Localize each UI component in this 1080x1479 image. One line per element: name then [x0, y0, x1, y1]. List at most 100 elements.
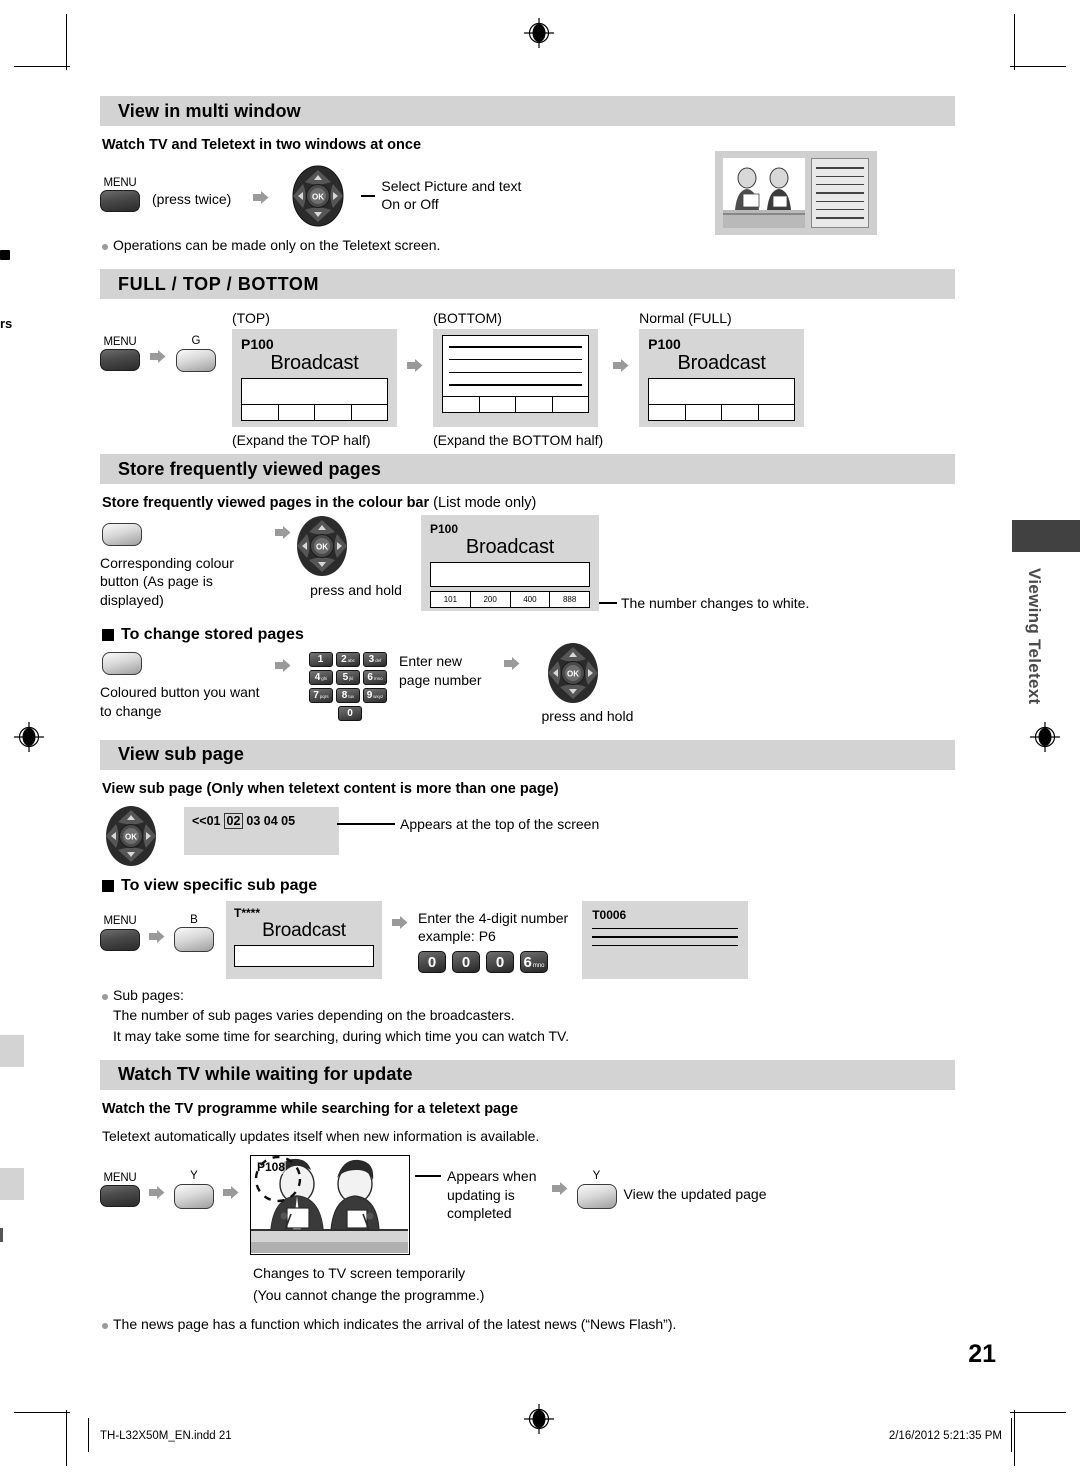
numeric-key[interactable]: 3 def: [363, 652, 387, 668]
update-body-text: Teletext automatically updates itself wh…: [102, 1127, 540, 1144]
digit-key[interactable]: 0: [486, 950, 514, 973]
side-tab: Viewing Teletext: [1012, 520, 1080, 704]
callout-leader-line: [599, 602, 617, 604]
step-arrow-icon: [150, 349, 166, 367]
crop-mark-top-left-v: [66, 14, 67, 70]
dpad-instruction: Select Picture and text On or Off: [381, 177, 521, 214]
screen-top-group: (TOP) P100 Broadcast (Expand the TOP hal…: [232, 310, 397, 448]
screen-colour-bar: [241, 405, 388, 421]
key-sublabel: ghi: [321, 676, 328, 682]
svg-text:OK: OK: [316, 543, 328, 552]
screen-page-number: P100: [648, 336, 681, 352]
stored-pages-callout: The number changes to white.: [621, 595, 810, 611]
screen-bottom-group: (BOTTOM) (Expand the BOTTOM half): [433, 310, 603, 448]
multi-window-note-text: Operations can be made only on the Telet…: [113, 237, 441, 253]
numeric-key[interactable]: 9 wxyz: [363, 688, 387, 704]
dpad-navigation-icon[interactable]: OK: [100, 805, 162, 867]
colour-bar-cell[interactable]: 400: [511, 592, 551, 607]
section-view-sub-page: View sub page View sub page (Only when t…: [100, 739, 955, 1046]
screen-page-number: T****: [234, 905, 261, 920]
colour-bar-cell[interactable]: 101: [431, 592, 471, 607]
numeric-key[interactable]: 8 tuv: [336, 688, 360, 704]
dpad-navigation-icon[interactable]: OK: [542, 642, 634, 704]
dpad-navigation-icon[interactable]: OK: [291, 515, 421, 577]
svg-text:OK: OK: [567, 670, 579, 679]
subpage-notes: Sub pages:: [102, 987, 955, 1003]
menu-button[interactable]: MENU: [100, 916, 140, 951]
step-arrow-icon: [392, 915, 408, 933]
yellow-colour-button[interactable]: Y: [174, 1171, 214, 1209]
registration-mark-left: [14, 722, 44, 752]
menu-button[interactable]: MENU: [100, 1171, 140, 1208]
menu-button-label: MENU: [103, 915, 137, 928]
result-page-number: T0006: [592, 907, 627, 922]
section-title: Watch TV while waiting for update: [118, 1064, 413, 1085]
bullet-dot-icon: [102, 993, 108, 1000]
section-multi-window: View in multi window Watch TV and Telete…: [100, 96, 955, 253]
digit-key[interactable]: 6 mno: [520, 950, 548, 973]
key-sublabel: jkl: [349, 676, 354, 682]
menu-button-label: MENU: [103, 1171, 137, 1184]
yellow-colour-button-2[interactable]: Y: [576, 1170, 617, 1209]
numeric-key[interactable]: 2 abc: [336, 652, 360, 668]
green-colour-button[interactable]: G: [176, 335, 216, 372]
numeric-key[interactable]: 4 ghi: [309, 670, 333, 686]
bullet-dot-icon: [102, 244, 108, 250]
blue-colour-button-label: B: [190, 913, 198, 926]
section-title: Store frequently viewed pages: [118, 458, 381, 479]
key-digit: 9: [366, 690, 373, 702]
yellow-colour-button-2-label: Y: [592, 1170, 601, 1183]
yellow-key-2-shape: [576, 1183, 617, 1209]
screen-text-lines: [648, 378, 796, 405]
step-arrow-icon: [407, 358, 423, 376]
square-bullet-icon: [102, 629, 114, 642]
digit-entry-keys[interactable]: 0 0 0 6 mno: [418, 950, 568, 973]
screen-text-lines: [430, 562, 590, 587]
colour-bar-cell[interactable]: 200: [471, 592, 511, 607]
digit-key[interactable]: 0: [418, 950, 446, 973]
flash-highlight-icon: [254, 1156, 302, 1203]
side-tab-label: Viewing Teletext: [1025, 568, 1044, 705]
teletext-pane-thumbnail: [811, 158, 869, 228]
screen-full-caption: Normal (FULL): [639, 310, 732, 326]
subsection-heading: Store frequently viewed pages in the col…: [102, 495, 955, 511]
changes-note-line2: (You cannot change the programme.): [253, 1286, 485, 1303]
print-footer: TH-L32X50M_EN.indd 21 2/16/2012 5:21:35 …: [0, 1418, 1080, 1452]
update-callout-line2: updating is: [447, 1186, 515, 1203]
blue-colour-button[interactable]: B: [174, 913, 214, 953]
press-and-hold-label: press and hold: [310, 582, 402, 598]
key-digit: 6: [367, 672, 373, 684]
menu-button[interactable]: MENU: [100, 336, 140, 371]
menu-button[interactable]: MENU: [100, 177, 140, 213]
multi-window-note: Operations can be made only on the Telet…: [102, 237, 715, 253]
numeric-key[interactable]: 0: [338, 706, 362, 722]
subsection-heading-mid: in the colour bar: [311, 495, 434, 511]
yellow-colour-button-label: Y: [190, 1170, 198, 1183]
numeric-key[interactable]: 1: [309, 652, 333, 668]
numeric-keypad[interactable]: 1 2 abc 3 def 4 ghi 5 jkl 6 mno 7 pqrs 8 tuv 9w…: [309, 652, 391, 724]
tv-picture-thumbnail: [723, 158, 805, 228]
numeric-key[interactable]: 7 pqrs: [309, 688, 333, 704]
subsection-heading: Watch the TV programme while searching f…: [102, 1100, 519, 1117]
subpage-selected[interactable]: 02: [223, 812, 244, 829]
change-stored-pages-heading-text: To change stored pages: [121, 626, 304, 644]
teletext-screen-full: P100 Broadcast: [639, 329, 805, 427]
subpage-rest: 03 04 05: [246, 813, 296, 828]
menu-key-shape: [100, 190, 140, 213]
section-title-bar: View sub page: [100, 739, 955, 770]
colour-button[interactable]: [102, 523, 142, 546]
numeric-key[interactable]: 6 mno: [363, 670, 387, 686]
digit-key[interactable]: 0: [452, 950, 480, 973]
step-arrow-icon: [551, 1181, 568, 1199]
screen-text-lines: [241, 378, 388, 405]
update-callout: Appears when updating is completed: [447, 1167, 537, 1222]
colour-bar-cell[interactable]: 888: [550, 592, 589, 607]
dpad-navigation-icon[interactable]: OK: [287, 165, 349, 227]
colour-button-to-change[interactable]: [102, 652, 142, 676]
screen-text-lines: [234, 944, 374, 967]
numeric-key[interactable]: 5 jkl: [336, 670, 360, 686]
crop-mark-bottom-left-h: [14, 1412, 70, 1413]
subpage-indicator-screen: <<01 02 03 04 05: [184, 806, 339, 855]
subpage-callout: Appears at the top of the screen: [400, 815, 600, 832]
enter-new-line1: Enter new: [399, 653, 463, 670]
